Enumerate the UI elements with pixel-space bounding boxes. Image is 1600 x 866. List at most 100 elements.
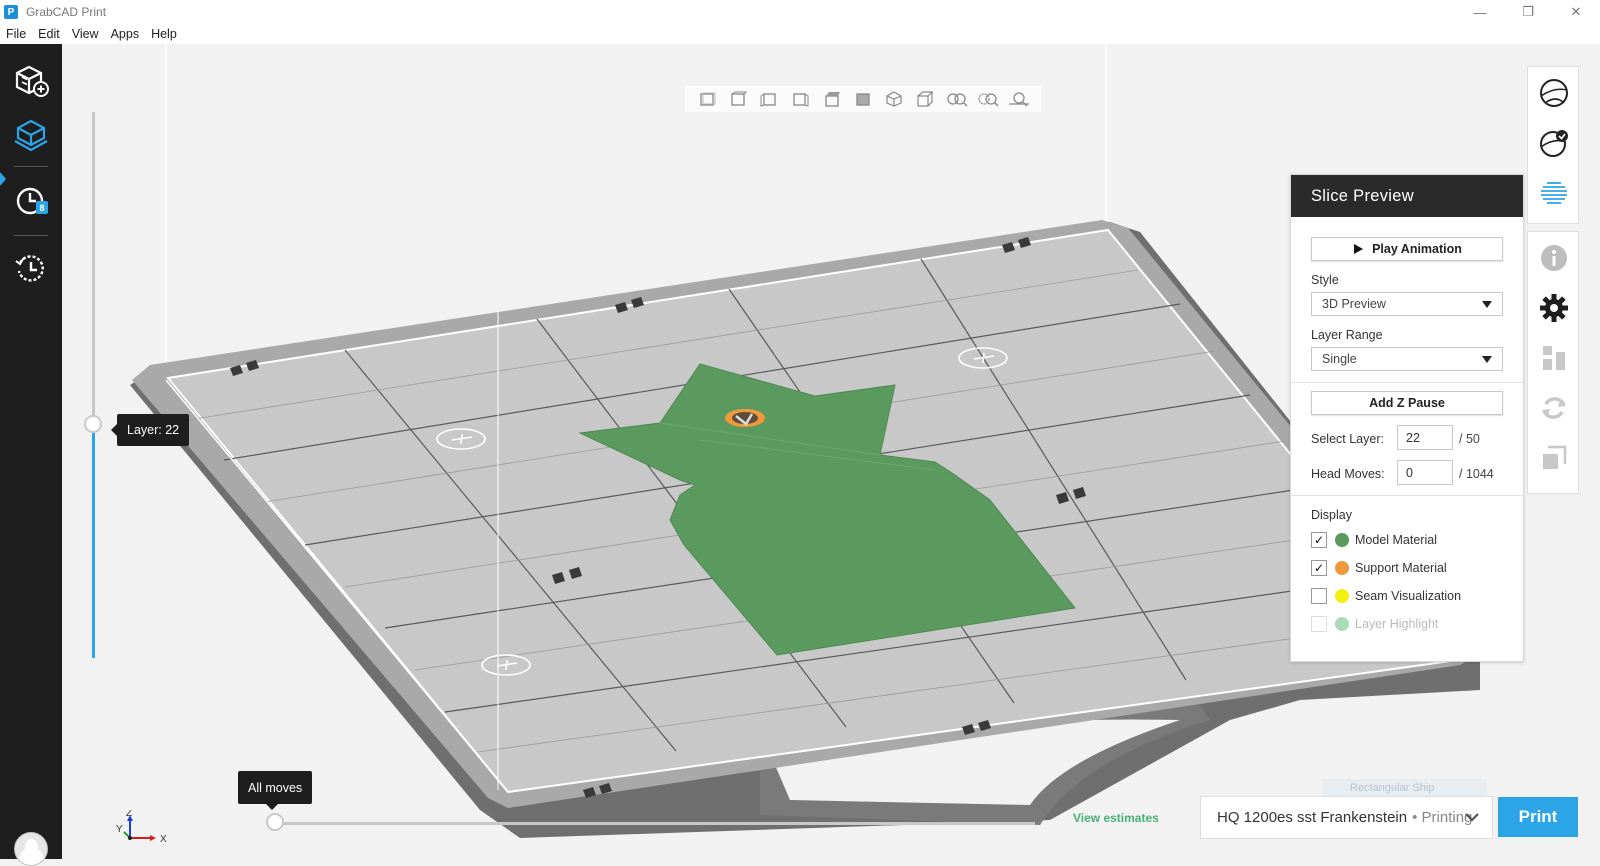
- display-layer-highlight[interactable]: Layer Highlight: [1311, 615, 1438, 633]
- layer-slider-handle[interactable]: [84, 415, 102, 433]
- window-title: GrabCAD Print: [26, 5, 107, 19]
- right-tool-rail: [1527, 66, 1579, 494]
- user-avatar[interactable]: [14, 832, 48, 866]
- dropdown-arrow-icon: [1482, 356, 1492, 363]
- layer-highlight-checkbox[interactable]: [1311, 616, 1327, 632]
- job-count-badge: 8: [36, 201, 48, 214]
- menu-file[interactable]: File: [0, 27, 32, 41]
- menu-view[interactable]: View: [66, 27, 105, 41]
- view-bottom-button[interactable]: [852, 89, 874, 109]
- axis-x-label: X: [160, 834, 167, 845]
- menu-edit[interactable]: Edit: [32, 27, 66, 41]
- view-front-button[interactable]: [696, 89, 718, 109]
- add-model-button[interactable]: [10, 60, 52, 102]
- restore-button[interactable]: ❐: [1504, 0, 1552, 24]
- cube-right-icon: [793, 93, 809, 107]
- select-layer-input[interactable]: 22: [1397, 425, 1453, 450]
- support-material-swatch: [1335, 561, 1349, 575]
- scale-button[interactable]: [1534, 438, 1574, 478]
- slice-layers-icon: [1541, 182, 1567, 204]
- model-view-button[interactable]: [1534, 73, 1574, 113]
- window-controls: — ❐ ✕: [1456, 0, 1600, 24]
- printer-name: HQ 1200es sst Frankenstein: [1217, 809, 1408, 826]
- head-moves-slider-handle[interactable]: [266, 813, 284, 831]
- rotate-icon: [1542, 397, 1566, 419]
- zoom-selected-icon: [978, 93, 999, 107]
- rotate-button[interactable]: [1534, 388, 1574, 428]
- panel-divider: [1291, 382, 1523, 383]
- play-animation-label: Play Animation: [1372, 242, 1462, 256]
- cube-perspective-icon: [917, 91, 934, 107]
- view-zoom-tray-button[interactable]: [1008, 89, 1030, 109]
- info-button[interactable]: [1534, 238, 1574, 278]
- add-z-pause-button[interactable]: Add Z Pause: [1311, 391, 1503, 415]
- axis-indicator: Z Y X: [116, 810, 167, 845]
- printer-selector[interactable]: HQ 1200es sst Frankenstein • Printing: [1200, 796, 1493, 839]
- support-material-checkbox[interactable]: ✓: [1311, 560, 1327, 576]
- close-button[interactable]: ✕: [1552, 0, 1600, 24]
- model-material-label: Model Material: [1355, 533, 1437, 547]
- print-button[interactable]: Print: [1498, 797, 1578, 837]
- layer-highlight-label: Layer Highlight: [1355, 617, 1439, 631]
- layers-box-icon: [14, 119, 48, 152]
- view-perspective-button[interactable]: [914, 89, 936, 109]
- play-animation-button[interactable]: Play Animation: [1311, 237, 1503, 261]
- support-material-label: Support Material: [1355, 561, 1447, 575]
- select-layer-label: Select Layer:: [1311, 432, 1384, 446]
- display-support-material[interactable]: ✓ Support Material: [1311, 559, 1447, 577]
- layer-range-select[interactable]: Single: [1311, 347, 1503, 371]
- arrange-button[interactable]: [1534, 338, 1574, 378]
- panel-divider: [1291, 495, 1523, 496]
- model-material-checkbox[interactable]: ✓: [1311, 532, 1327, 548]
- seam-visualization-swatch: [1335, 589, 1349, 603]
- view-estimates-link[interactable]: View estimates: [1073, 811, 1159, 825]
- view-back-button[interactable]: [727, 89, 749, 109]
- slice-preview-button[interactable]: [1534, 173, 1574, 213]
- settings-button[interactable]: [1534, 288, 1574, 328]
- panel-title: Slice Preview: [1291, 175, 1523, 217]
- menu-bar: File Edit View Apps Help: [0, 24, 1600, 44]
- job-queue-button[interactable]: 8: [10, 180, 52, 222]
- rail-group-top: [1527, 66, 1579, 224]
- active-indicator: [0, 172, 6, 186]
- cube-back-icon: [731, 91, 747, 106]
- layer-tooltip: Layer: 22: [110, 414, 190, 446]
- check-sphere-icon: [1540, 130, 1568, 157]
- layer-slider-fill: [92, 425, 95, 658]
- view-fit-all-button[interactable]: [946, 89, 968, 109]
- display-seam-visualization[interactable]: Seam Visualization: [1311, 587, 1461, 605]
- view-left-button[interactable]: [758, 89, 780, 109]
- view-right-button[interactable]: [789, 89, 811, 109]
- menu-help[interactable]: Help: [145, 27, 183, 41]
- add-model-icon: [15, 65, 49, 97]
- style-select[interactable]: 3D Preview: [1311, 292, 1503, 316]
- head-moves-input[interactable]: 0: [1397, 460, 1453, 485]
- moves-tooltip: All moves: [238, 771, 313, 810]
- cube-front-icon: [699, 92, 716, 106]
- arrange-icon: [1543, 346, 1565, 370]
- model-check-button[interactable]: [1534, 123, 1574, 163]
- head-moves-total: / 1044: [1459, 467, 1494, 481]
- left-sidebar: 8: [0, 44, 62, 866]
- menu-apps[interactable]: Apps: [105, 27, 146, 41]
- style-select-value: 3D Preview: [1322, 297, 1386, 311]
- prepare-tray-button[interactable]: [10, 114, 52, 156]
- history-button[interactable]: [10, 248, 52, 290]
- view-top-button[interactable]: [821, 89, 843, 109]
- head-moves-slider-track[interactable]: [275, 822, 1035, 825]
- info-icon: [1541, 245, 1567, 271]
- display-model-material[interactable]: ✓ Model Material: [1311, 531, 1437, 549]
- seam-visualization-checkbox[interactable]: [1311, 588, 1327, 604]
- style-label: Style: [1311, 273, 1339, 287]
- layer-highlight-swatch: [1335, 617, 1349, 631]
- rail-group-bottom: [1527, 231, 1579, 494]
- minimize-button[interactable]: —: [1456, 0, 1504, 24]
- sidebar-divider: [14, 235, 48, 236]
- cube-iso-icon: [886, 91, 902, 107]
- sidebar-divider: [14, 166, 48, 167]
- history-icon: [15, 255, 44, 282]
- view-iso-button[interactable]: [883, 89, 905, 109]
- view-fit-selected-button[interactable]: [977, 89, 999, 109]
- model-material-swatch: [1335, 533, 1349, 547]
- scale-icon: [1543, 445, 1567, 469]
